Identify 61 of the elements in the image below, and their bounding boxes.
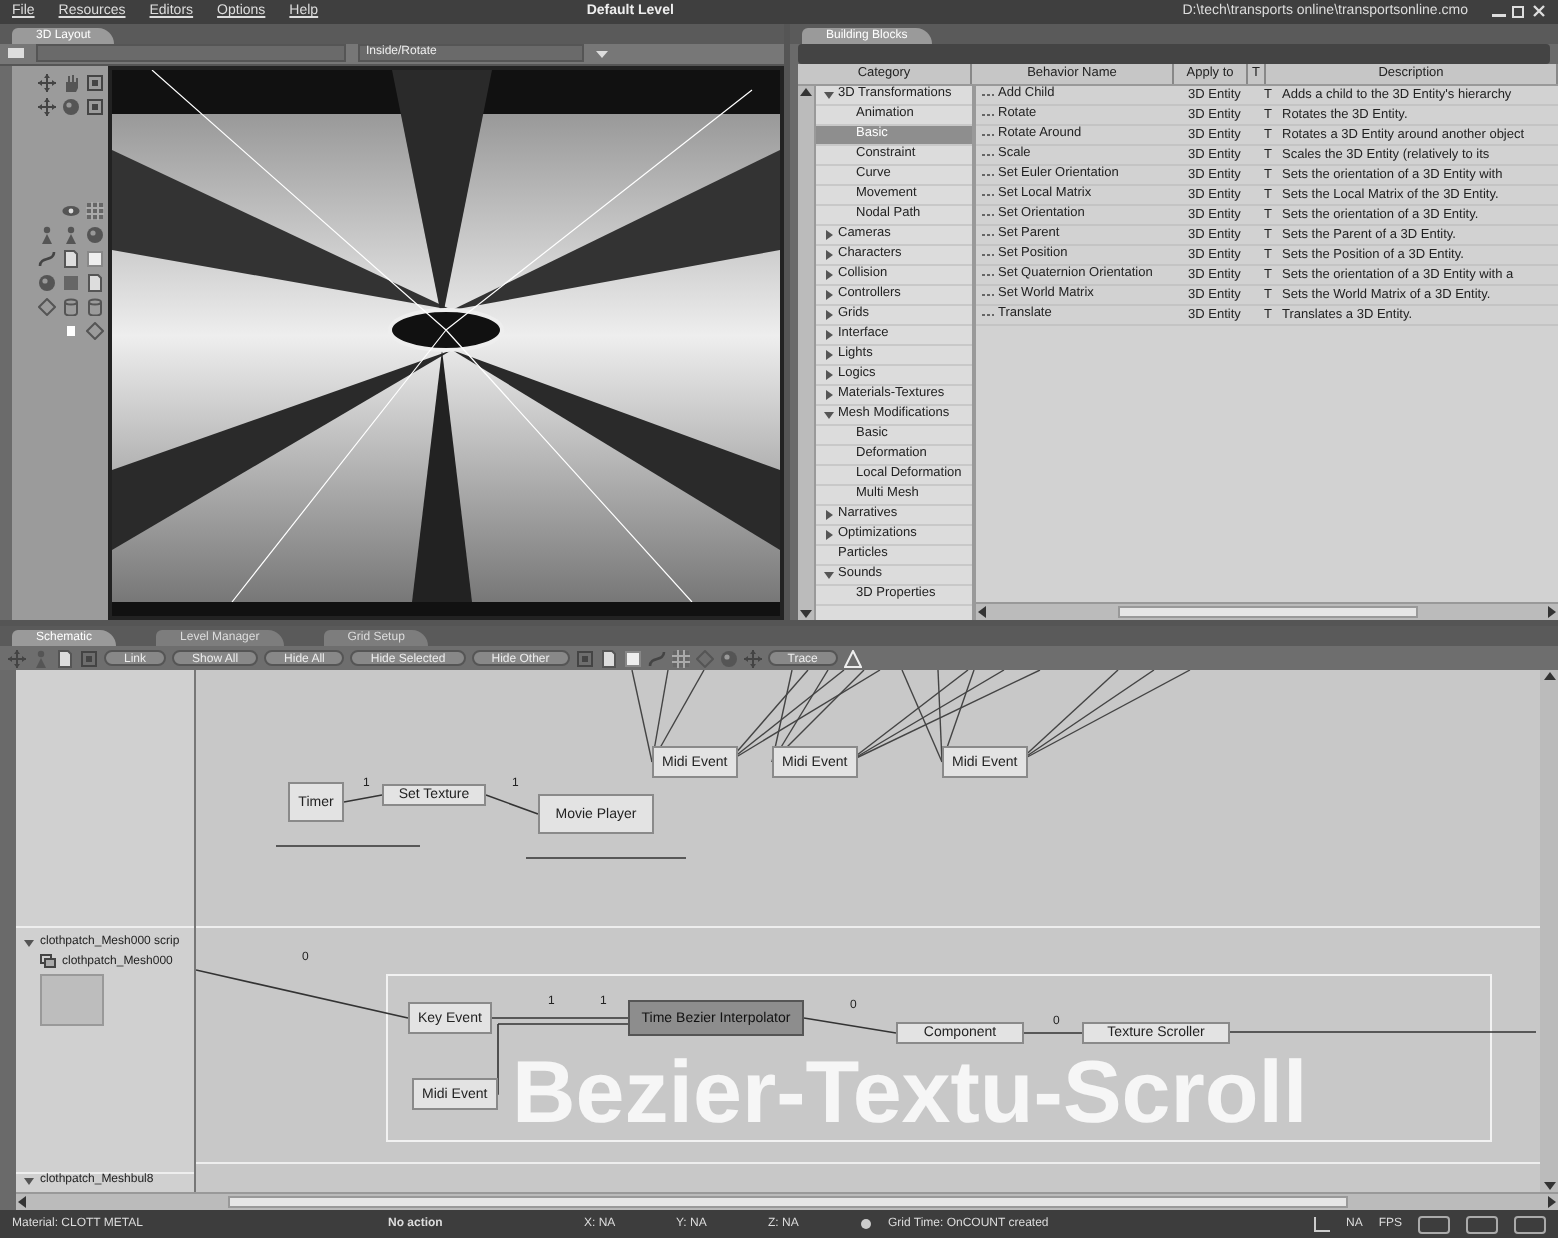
figure-icon[interactable] (62, 225, 80, 244)
scroll-up-icon[interactable] (800, 85, 812, 98)
scroll-right-icon[interactable] (1546, 606, 1558, 619)
block-icon[interactable] (62, 321, 80, 340)
grid-icon[interactable] (671, 649, 690, 668)
collapsed-arrow-icon[interactable] (824, 309, 834, 320)
page-icon[interactable] (56, 649, 74, 668)
light-square-icon[interactable] (86, 249, 104, 268)
triangle-icon[interactable] (843, 649, 862, 668)
eye-icon[interactable] (62, 201, 80, 220)
collapsed-arrow-icon[interactable] (824, 389, 834, 400)
expanded-arrow-icon[interactable] (24, 937, 34, 948)
layout-button[interactable] (1466, 1215, 1498, 1234)
link-line (343, 795, 383, 804)
expanded-arrow-icon[interactable] (24, 1175, 34, 1186)
collapsed-arrow-icon[interactable] (824, 289, 834, 300)
cylinder-icon[interactable] (62, 297, 80, 316)
scrollbar-thumb[interactable] (1117, 606, 1417, 619)
hand-icon[interactable] (62, 73, 80, 92)
curve-icon[interactable] (38, 249, 56, 268)
expanded-arrow-icon[interactable] (824, 409, 834, 420)
collapsed-arrow-icon[interactable] (824, 229, 834, 240)
restore-icon[interactable] (1512, 4, 1526, 19)
scroll-down-icon[interactable] (800, 608, 812, 621)
layout-button[interactable] (1514, 1215, 1546, 1234)
expanded-arrow-icon[interactable] (824, 89, 834, 100)
scrollbar-thumb[interactable] (227, 1196, 1347, 1209)
cross-arrows-icon[interactable] (38, 73, 56, 92)
sphere-icon[interactable] (86, 225, 104, 244)
mesh-object-icon[interactable] (40, 954, 56, 969)
diamond-icon[interactable] (86, 321, 104, 340)
collapsed-arrow-icon[interactable] (824, 329, 834, 340)
diamond-icon[interactable] (38, 297, 56, 316)
collapsed-arrow-icon[interactable] (824, 509, 834, 520)
collapsed-arrow-icon[interactable] (824, 369, 834, 380)
cross-arrows-icon[interactable] (38, 97, 56, 116)
dot-icon (860, 1218, 872, 1231)
grid-icon[interactable] (86, 201, 104, 220)
link-line (485, 795, 539, 816)
chart-icon (1313, 1216, 1330, 1233)
layout-button[interactable] (1418, 1215, 1450, 1234)
caret-icon[interactable] (596, 47, 608, 60)
expanded-arrow-icon[interactable] (824, 569, 834, 580)
sphere-icon[interactable] (38, 273, 56, 292)
collapsed-arrow-icon[interactable] (824, 269, 834, 280)
figure-icon[interactable] (38, 225, 56, 244)
link-line (487, 1018, 629, 1020)
light-square-icon[interactable] (623, 649, 642, 668)
scroll-right-icon[interactable] (1546, 1196, 1558, 1209)
sphere-icon[interactable] (62, 97, 80, 116)
sphere-icon[interactable] (719, 649, 738, 668)
link-line (803, 1018, 897, 1035)
cylinder-icon[interactable] (86, 297, 104, 316)
camera-icon[interactable] (8, 46, 24, 61)
collapsed-arrow-icon[interactable] (824, 349, 834, 360)
collapsed-arrow-icon[interactable] (824, 529, 834, 540)
link-line (1023, 1033, 1083, 1035)
close-icon[interactable] (1532, 4, 1546, 19)
scroll-left-icon[interactable] (16, 1196, 28, 1209)
collapsed-arrow-icon[interactable] (824, 249, 834, 260)
material-preview (40, 974, 104, 1027)
